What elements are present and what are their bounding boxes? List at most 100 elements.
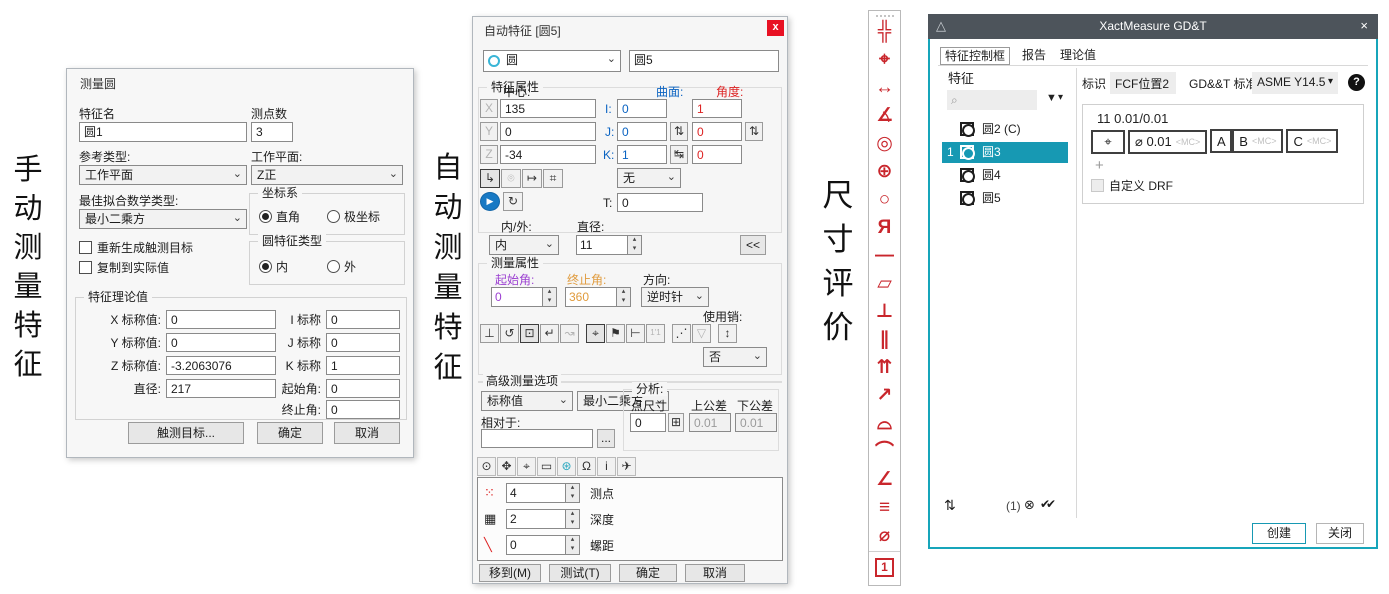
sort-icon[interactable]: ⇅: [944, 497, 956, 514]
plane-icon[interactable]: ✈: [617, 457, 636, 476]
custom-drf-checkbox[interactable]: [1091, 179, 1104, 192]
circularity-icon[interactable]: ○: [869, 186, 900, 214]
i-nominal-input[interactable]: 0: [326, 310, 400, 329]
k-input[interactable]: 1: [617, 145, 667, 164]
lower-tol-input[interactable]: 0.01: [735, 413, 777, 432]
z-input[interactable]: -34: [500, 145, 596, 164]
circled-position-icon[interactable]: ⊕: [869, 158, 900, 186]
surface-spin-button[interactable]: ⇅: [670, 122, 688, 141]
points-input[interactable]: 3: [251, 122, 293, 142]
collapse-button[interactable]: <<: [740, 235, 766, 255]
angle-dimension-icon[interactable]: ∡: [869, 102, 900, 130]
test-button[interactable]: 测试(T): [549, 564, 611, 582]
box-select-icon[interactable]: ⊡: [520, 324, 539, 343]
browse-button[interactable]: ...: [597, 429, 615, 448]
approve-all-icon[interactable]: ✔✔: [1040, 497, 1052, 511]
point-size-tool-icon[interactable]: ⊞: [668, 413, 684, 432]
straightness-icon[interactable]: —: [869, 242, 900, 270]
rotate-icon[interactable]: ↺: [500, 324, 519, 343]
j-nominal-input[interactable]: 0: [326, 333, 400, 352]
spinner-arrows[interactable]: ▴▾: [542, 288, 556, 306]
point-size-input[interactable]: 0: [630, 413, 666, 432]
x-nominal-input[interactable]: 0: [166, 310, 276, 329]
datum-a-cell[interactable]: A: [1210, 129, 1232, 153]
y-nominal-input[interactable]: 0: [166, 333, 276, 352]
wheel-icon[interactable]: ⊛: [557, 457, 576, 476]
angle-spin-button[interactable]: ⇅: [745, 122, 763, 141]
probe-targets-button[interactable]: 触测目标...: [128, 422, 244, 444]
offset-icon[interactable]: ↦: [522, 169, 542, 188]
ones-icon[interactable]: 1'1: [646, 324, 665, 343]
tab-feature-control-frame[interactable]: 特征控制框: [940, 47, 1010, 65]
profile-line-icon[interactable]: ⌒: [869, 438, 900, 466]
move-icon[interactable]: ✥: [497, 457, 516, 476]
cancel-button[interactable]: 取消: [334, 422, 400, 444]
y-input[interactable]: 0: [500, 122, 596, 141]
return-arrow-icon[interactable]: ↵: [540, 324, 559, 343]
nominal-select[interactable]: 标称值⌄: [481, 391, 573, 411]
angle-i-input[interactable]: 1: [692, 99, 742, 118]
filter-icon[interactable]: ▽: [692, 324, 711, 343]
z-axis-button[interactable]: Z: [480, 145, 498, 164]
j-input[interactable]: 0: [617, 122, 667, 141]
feature-type-select[interactable]: 圆 ⌄: [483, 50, 621, 72]
feature-list-item[interactable]: 圆2 (C): [942, 119, 1068, 140]
ok-button[interactable]: 确定: [257, 422, 323, 444]
diameter-icon[interactable]: ⌀: [869, 522, 900, 550]
i-input[interactable]: 0: [617, 99, 667, 118]
tolerance-cell[interactable]: ⌀ 0.01<MC>: [1128, 130, 1207, 154]
bestfit-select[interactable]: 最小二乘方⌄: [79, 209, 247, 229]
cancel-button[interactable]: 取消: [685, 564, 745, 582]
z-nominal-input[interactable]: -3.2063076: [166, 356, 276, 375]
angle-j-input[interactable]: 0: [692, 122, 742, 141]
target-icon[interactable]: ⌖: [586, 324, 605, 343]
spinner-arrows[interactable]: ▴▾: [616, 288, 630, 306]
k-nominal-input[interactable]: 1: [326, 356, 400, 375]
distance-icon[interactable]: ↔: [869, 74, 900, 102]
create-button[interactable]: 创建: [1252, 523, 1306, 544]
end-angle-stepper[interactable]: 360▴▾: [565, 287, 631, 307]
comment-icon[interactable]: ▭: [537, 457, 556, 476]
loop-icon[interactable]: Ω: [577, 457, 596, 476]
regenerate-checkbox[interactable]: [79, 241, 92, 254]
use-pin-select[interactable]: 否⌄: [703, 347, 767, 367]
inner-radio[interactable]: [259, 260, 272, 273]
feature-name-input[interactable]: 圆1: [79, 122, 247, 142]
corner-arrow-icon[interactable]: ↳: [480, 169, 500, 188]
filter-caret-icon[interactable]: ▾: [1058, 92, 1063, 103]
profile-surface-icon[interactable]: ⌓: [869, 410, 900, 438]
rerun-icon[interactable]: ↻: [503, 192, 523, 211]
feature-list-item-selected[interactable]: 1 圆3: [942, 142, 1068, 163]
standard-select[interactable]: ASME Y14.5 ▾: [1252, 72, 1338, 94]
id-input[interactable]: FCF位置2: [1110, 72, 1176, 94]
probe-icon[interactable]: ⌾: [501, 169, 521, 188]
spinner-arrows[interactable]: ▴▾: [627, 236, 641, 254]
ok-button[interactable]: 确定: [619, 564, 677, 582]
flag-icon[interactable]: ⚑: [606, 324, 625, 343]
feature-search-input[interactable]: ⌕: [947, 90, 1037, 110]
datum-c-cell[interactable]: C<MC>: [1286, 129, 1338, 153]
tab-report[interactable]: 报告: [1018, 47, 1050, 65]
zigzag-icon[interactable]: ↝: [560, 324, 579, 343]
origin-axes-icon[interactable]: ╬: [869, 18, 900, 46]
copy-actual-checkbox[interactable]: [79, 261, 92, 274]
profile-r-icon[interactable]: Я: [869, 214, 900, 242]
add-segment-button[interactable]: +: [1095, 157, 1104, 174]
position-symbol-cell[interactable]: ⌖: [1091, 130, 1125, 154]
end-angle-input[interactable]: 0: [326, 400, 400, 419]
spinner-arrows[interactable]: ▴▾: [565, 536, 579, 554]
start-angle-input[interactable]: 0: [326, 379, 400, 398]
reject-icon[interactable]: ⊗: [1024, 497, 1035, 513]
close-button[interactable]: 关闭: [1316, 523, 1364, 544]
flatness-icon[interactable]: ▱: [869, 270, 900, 298]
tab-theoreticals[interactable]: 理论值: [1056, 47, 1100, 65]
upper-tol-input[interactable]: 0.01: [689, 413, 731, 432]
concentricity-icon[interactable]: ◎: [869, 130, 900, 158]
close-icon[interactable]: ×: [1360, 18, 1368, 33]
number-one-icon[interactable]: 1: [875, 558, 894, 577]
parallelism-icon[interactable]: ∥: [869, 326, 900, 354]
help-icon[interactable]: ?: [1348, 74, 1365, 91]
feature-list-item[interactable]: 圆5: [942, 188, 1068, 209]
dock-icon[interactable]: ⊢: [626, 324, 645, 343]
diameter-stepper[interactable]: 11▴▾: [576, 235, 642, 255]
